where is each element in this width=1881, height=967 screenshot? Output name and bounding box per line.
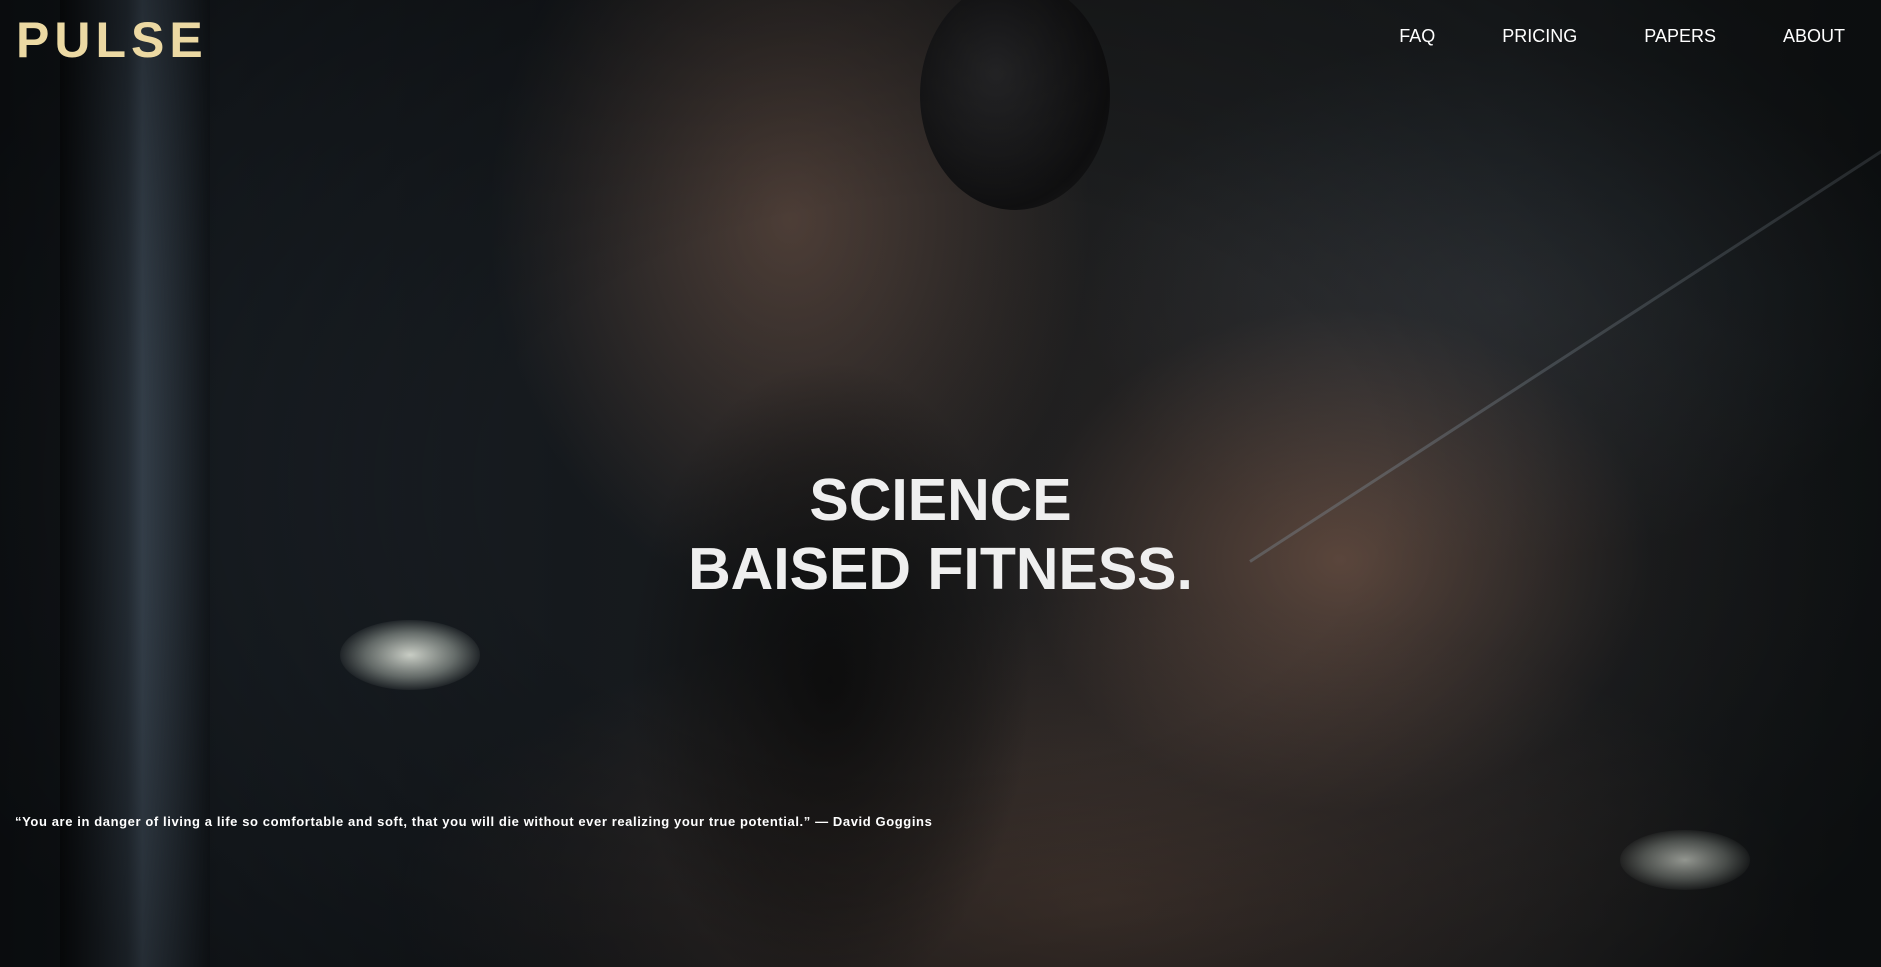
hero-quote: “You are in danger of living a life so c… [15, 814, 933, 829]
brand-logo[interactable]: PULSE [16, 12, 208, 68]
nav-item-pricing[interactable]: PRICING [1502, 24, 1577, 48]
nav-item-papers[interactable]: PAPERS [1644, 24, 1716, 48]
hero-headline-line1: SCIENCE [809, 467, 1072, 533]
hero-headline: SCIENCE BAISED FITNESS. [0, 466, 1881, 604]
nav-item-faq[interactable]: FAQ [1399, 24, 1435, 48]
headphones-decor [920, 0, 1110, 210]
hero-section: PULSE FAQ PRICING PAPERS ABOUT SCIENCE B… [0, 0, 1881, 967]
hero-headline-line2: BAISED FITNESS. [688, 536, 1193, 602]
main-nav: FAQ PRICING PAPERS ABOUT [1332, 24, 1845, 48]
nav-item-about[interactable]: ABOUT [1783, 24, 1845, 48]
athlete-tank-top-decor [620, 330, 1040, 967]
ceiling-lamp-decor [340, 620, 480, 690]
ceiling-lamp-decor [1620, 830, 1750, 890]
